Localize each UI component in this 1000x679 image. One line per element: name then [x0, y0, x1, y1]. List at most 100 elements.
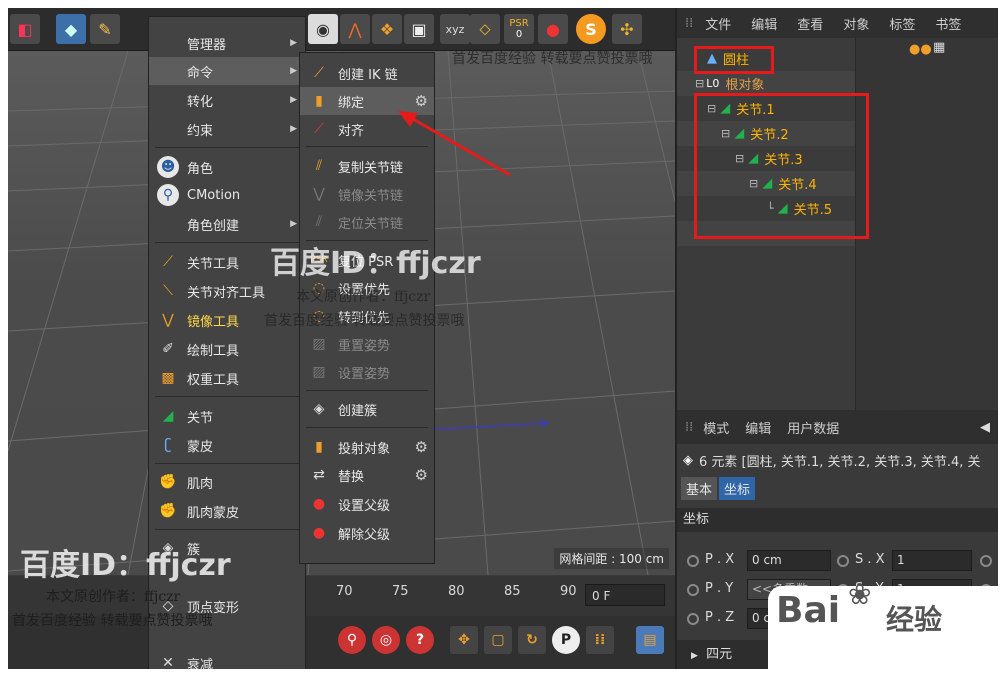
menu-item-project-object[interactable]: ▮ 投射对象 ⚙ — [300, 433, 434, 461]
px-field[interactable]: 0 cm — [747, 550, 831, 571]
auto-key-icon[interactable]: ◎ — [372, 626, 400, 654]
menu-item-commands[interactable]: 命令 ▶ — [149, 57, 305, 85]
sx-field[interactable]: 1 — [892, 550, 972, 571]
tab-basic[interactable]: 基本 — [681, 476, 718, 500]
workplane-icon[interactable]: ✣ — [612, 14, 642, 44]
gear-icon[interactable]: ⚙ — [415, 466, 428, 484]
menu-divider — [155, 396, 299, 397]
menu-item-joint[interactable]: ◢ 关节 — [149, 402, 305, 430]
menu-item-muscle[interactable]: ✊ 肌肉 — [149, 468, 305, 496]
blank-icon — [157, 60, 179, 82]
submenu-arrow-icon: ▶ — [290, 95, 297, 105]
back-arrow-icon[interactable]: ◀ — [980, 420, 990, 435]
tick-label: 70 — [336, 584, 353, 599]
grip-icon: ⁞⁞ — [685, 419, 694, 435]
menu-item-set-parent[interactable]: ● 设置父级 — [300, 490, 434, 518]
menu-item-create-cluster[interactable]: ◈ 创建簇 — [300, 395, 434, 423]
bind-icon: ▮ — [315, 93, 323, 109]
menu-label: 关节 — [187, 410, 214, 426]
menu-item-paint-tool[interactable]: ✐ 绘制工具 — [149, 335, 305, 363]
xyz-axis-icon[interactable]: xyz — [440, 14, 470, 44]
psr-icon[interactable]: PSR 0 — [504, 14, 534, 44]
menu-item-unparent[interactable]: ● 解除父级 — [300, 519, 434, 547]
menu-user-data[interactable]: 用户数据 — [787, 418, 839, 437]
watermark-baidu-id: 百度ID：ffjczr — [270, 246, 481, 281]
field-label: S . X — [855, 552, 885, 567]
paw-icon: ❀ — [848, 578, 872, 611]
tick-label: 75 — [392, 584, 409, 599]
render-icon[interactable]: ◧ — [10, 14, 40, 44]
attribute-tabs: 基本 坐标 — [677, 476, 998, 500]
param-key-icon[interactable]: P — [552, 626, 580, 654]
radio-button[interactable] — [980, 555, 992, 567]
create-cluster-icon: ◈ — [313, 401, 325, 417]
main-toolbar: ◧ ◆ ✎ ◉ ⋀ ❖ ▣ xyz ⬦ PSR 0 ● S ✣ — [8, 8, 675, 51]
point-key-icon[interactable]: ⁞⁞ — [586, 626, 614, 654]
menu-item-skin[interactable]: ʗ 蒙皮 — [149, 431, 305, 459]
menu-item-character[interactable]: ☻ 角色 — [149, 153, 305, 181]
lightbulb-icon[interactable]: ◉ — [308, 14, 338, 44]
reset-pose-icon: ▨ — [312, 336, 326, 352]
object-manager-menu: ⁞⁞ 文件 编辑 查看 对象 标签 书签 — [677, 8, 998, 38]
menu-file[interactable]: 文件 — [705, 14, 731, 33]
keyframe-icon[interactable]: ⬦ — [470, 14, 500, 44]
menu-tags[interactable]: 标签 — [889, 14, 915, 33]
menu-item-cmotion[interactable]: ⚲ CMotion — [149, 181, 305, 209]
menu-mode[interactable]: 模式 — [703, 418, 729, 437]
submenu-arrow-icon: ▶ — [290, 66, 297, 76]
position-chain-icon: ⫽ — [315, 214, 323, 230]
menu-label: 肌肉蒙皮 — [187, 505, 240, 521]
radio-button[interactable] — [687, 584, 699, 596]
current-frame-field[interactable]: 0 F — [585, 584, 665, 606]
deformer-icon[interactable]: ❖ — [372, 14, 402, 44]
move-key-icon[interactable]: ✥ — [450, 626, 478, 654]
rotate-key-icon[interactable]: ↻ — [518, 626, 546, 654]
tree-empty-row — [677, 246, 855, 271]
menu-item-convert[interactable]: 转化 ▶ — [149, 86, 305, 114]
menu-label: 绘制工具 — [187, 343, 240, 359]
joint-tool-icon[interactable]: ⋀ — [340, 14, 370, 44]
menu-item-manager[interactable]: 管理器 ▶ — [149, 29, 305, 57]
radio-button[interactable] — [837, 555, 849, 567]
pen-icon[interactable]: ✎ — [90, 14, 120, 44]
menu-divider — [155, 463, 299, 464]
menu-view[interactable]: 查看 — [797, 14, 823, 33]
record-icon[interactable]: ● — [538, 14, 568, 44]
menu-item-character-build[interactable]: 角色创建 ▶ — [149, 210, 305, 238]
gear-icon[interactable]: ⚙ — [415, 438, 428, 456]
menu-object[interactable]: 对象 — [843, 14, 869, 33]
key-help-icon[interactable]: ? — [406, 626, 434, 654]
joint-multi-icon: ◈ — [683, 452, 693, 468]
menu-item-falloff[interactable]: ✕ 衰减 — [149, 649, 305, 669]
field-row-px: P . X 0 cm S . X 1 — [677, 548, 998, 574]
scale-key-icon[interactable]: ▢ — [484, 626, 512, 654]
film-icon[interactable]: ▤ — [636, 626, 664, 654]
camera-icon[interactable]: ▣ — [404, 14, 434, 44]
radio-button[interactable] — [687, 555, 699, 567]
skin-icon: ʗ — [164, 437, 172, 453]
tab-coord[interactable]: 坐标 — [719, 476, 756, 500]
record-key-icon[interactable]: ⚲ — [338, 626, 366, 654]
radio-button[interactable] — [687, 613, 699, 625]
snap-icon[interactable]: S — [576, 14, 606, 44]
expand-icon: ⊟ — [695, 77, 705, 90]
menu-bookmarks[interactable]: 书签 — [935, 14, 961, 33]
menu-item-create-ik-chain[interactable]: ⟋ 创建 IK 链 — [300, 59, 434, 87]
menu-item-muscle-skin[interactable]: ✊ 肌肉蒙皮 — [149, 497, 305, 525]
watermark-experience: 经验 — [886, 603, 943, 636]
cube-icon[interactable]: ◆ — [56, 14, 86, 44]
blank-icon — [157, 32, 179, 54]
joint-icon: ◢ — [162, 408, 174, 424]
tags-column: ●● ▦ — [901, 38, 998, 410]
submenu-arrow-icon: ▶ — [290, 38, 297, 48]
falloff-icon: ✕ — [162, 655, 174, 669]
menu-edit[interactable]: 编辑 — [751, 14, 777, 33]
menu-item-constraint[interactable]: 约束 ▶ — [149, 115, 305, 143]
watermark-notice-2: 首发百度经验 转载要点赞投票哦 — [12, 613, 213, 629]
checker-tag-icon[interactable]: ▦ — [933, 40, 945, 55]
menu-item-replace[interactable]: ⇄ 替换 ⚙ — [300, 461, 434, 489]
menu-edit[interactable]: 编辑 — [745, 418, 771, 437]
menu-item-weight-tool[interactable]: ▩ 权重工具 — [149, 364, 305, 392]
tick-label: 80 — [448, 584, 465, 599]
blank-icon — [157, 213, 179, 235]
